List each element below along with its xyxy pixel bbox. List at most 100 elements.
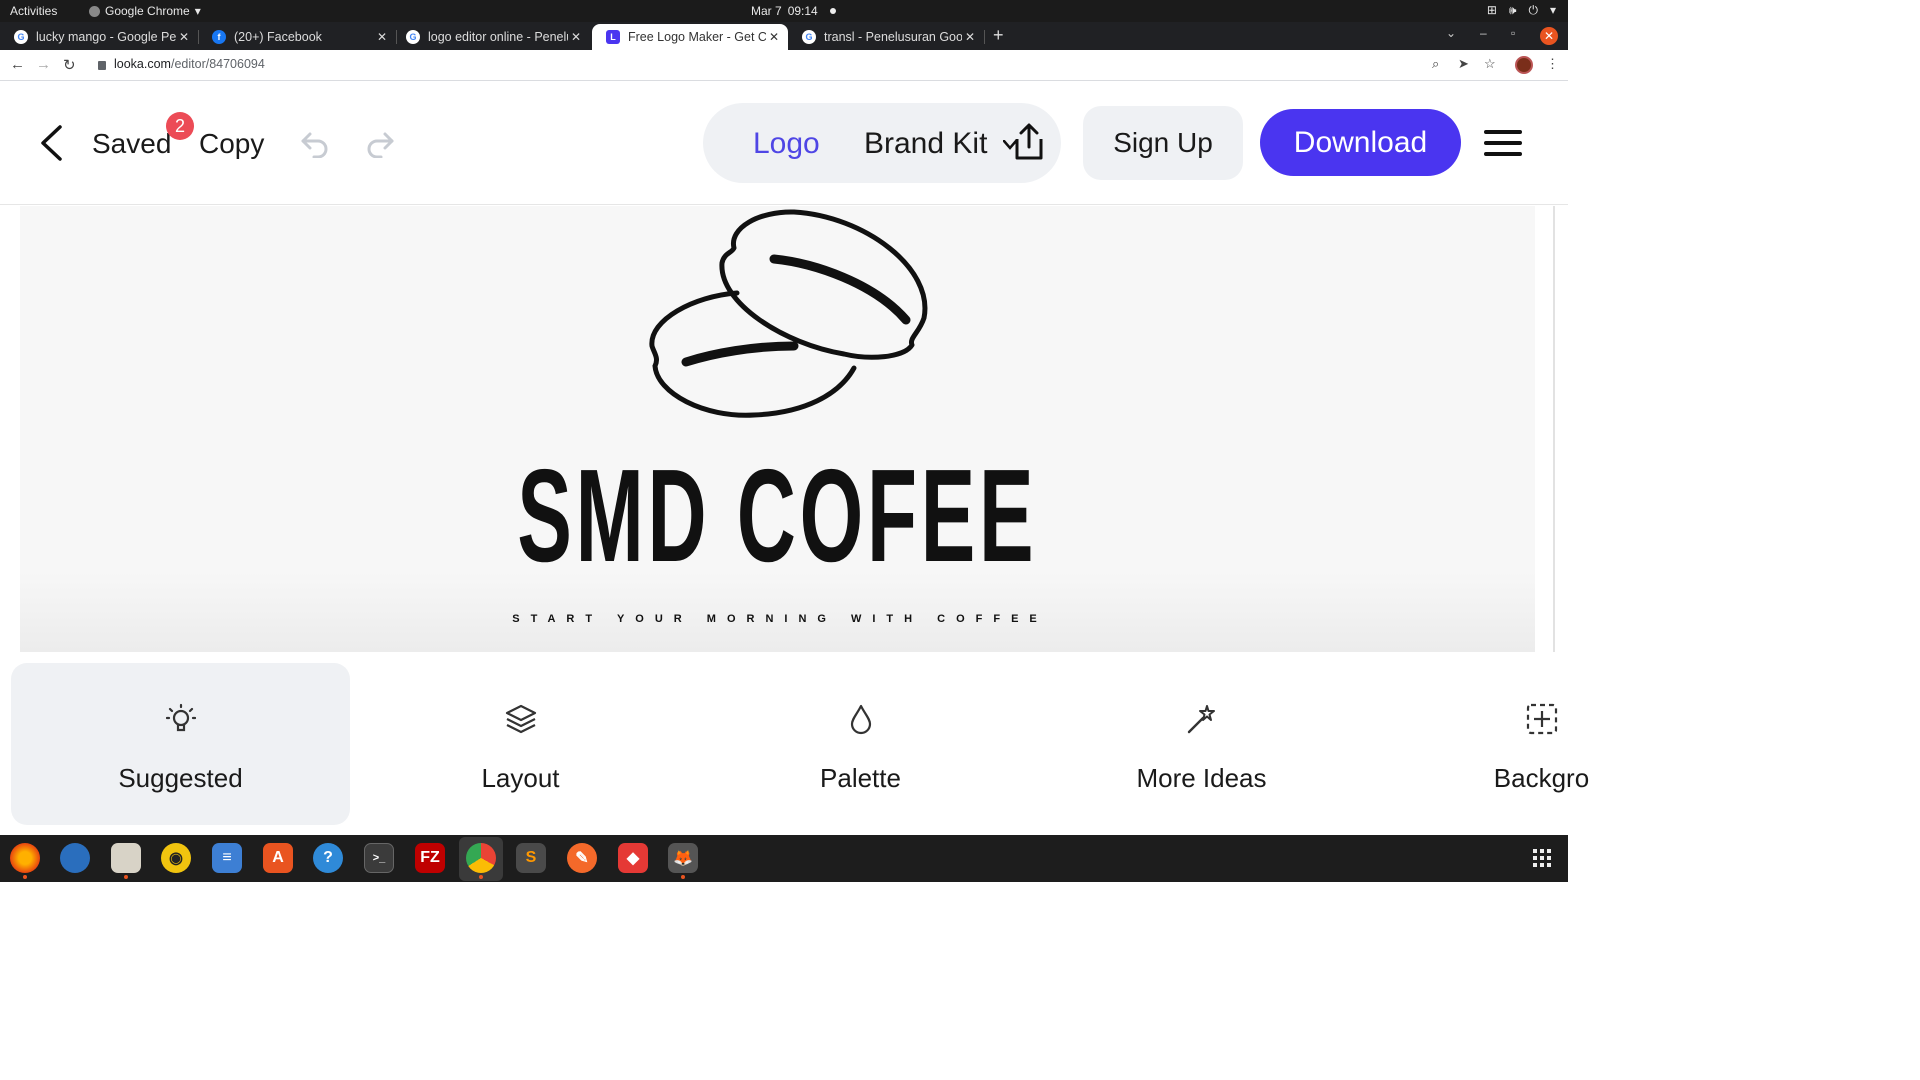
tool-label: Backgro — [1493, 763, 1590, 793]
url-field[interactable]: looka.com/editor/84706094 — [98, 57, 265, 71]
filezilla-icon[interactable]: FZ — [415, 843, 445, 873]
copy-button[interactable]: Copy — [199, 128, 264, 160]
facebook-icon: f — [212, 30, 226, 44]
profile-avatar[interactable] — [1515, 56, 1533, 74]
hamburger-menu-icon[interactable] — [1484, 130, 1522, 163]
tab-title: logo editor online - Penelu — [428, 30, 568, 44]
tab-logo[interactable]: Logo — [753, 127, 820, 161]
gimp-icon[interactable]: 🦊 — [668, 843, 698, 879]
new-tab-button[interactable]: + — [993, 25, 1004, 46]
close-tab-icon[interactable]: ✕ — [374, 30, 390, 44]
bookmark-star-icon[interactable]: ☆ — [1484, 56, 1496, 72]
logo-tagline[interactable]: START YOUR MORNING WITH COFFEE — [20, 613, 1535, 625]
tool-layout[interactable]: Layout — [351, 663, 690, 825]
forward-arrow-icon[interactable]: → — [36, 56, 51, 73]
caret-down-icon: ▾ — [194, 4, 201, 18]
tab-brand-kit[interactable]: Brand Kit — [864, 127, 987, 161]
share-icon[interactable] — [1012, 123, 1046, 166]
sign-up-button[interactable]: Sign Up — [1083, 106, 1243, 180]
system-top-bar: Activities Google Chrome ▾ Mar 7 09:14 ⊞… — [0, 0, 1568, 22]
restore-window-icon[interactable]: ▫ — [1511, 26, 1515, 40]
browser-tab-active[interactable]: L Free Logo Maker - Get Cus ✕ — [592, 24, 788, 50]
tool-label: Palette — [820, 763, 901, 793]
layers-icon — [505, 703, 537, 740]
clock[interactable]: Mar 7 09:14 — [751, 4, 836, 18]
files-icon[interactable] — [111, 843, 141, 879]
notification-badge: 2 — [166, 112, 194, 140]
tool-suggested[interactable]: Suggested — [11, 663, 350, 825]
address-bar-row: ← → ↻ looka.com/editor/84706094 ⌕ ➤ ☆ ⋮ — [0, 50, 1568, 81]
tray-caret-icon: ▾ — [1549, 3, 1556, 17]
editor-tool-tabs: Suggested Layout Palette More Ideas Back… — [0, 652, 1589, 835]
editor-mode-switcher: Logo Brand Kit — [703, 103, 1061, 183]
lightbulb-icon — [165, 703, 196, 740]
browser-tab[interactable]: G transl - Penelusuran Goog ✕ — [788, 24, 985, 50]
tool-label: Layout — [481, 763, 560, 793]
logo-canvas[interactable]: SMD COFEE START YOUR MORNING WITH COFFEE — [20, 206, 1535, 652]
scrollbar[interactable] — [1553, 206, 1555, 652]
redo-icon[interactable] — [365, 130, 395, 163]
minimize-window-icon[interactable]: – — [1480, 26, 1487, 40]
sublime-text-icon[interactable]: S — [516, 843, 546, 873]
app-name: Google Chrome — [105, 4, 190, 18]
download-button[interactable]: Download — [1260, 109, 1461, 176]
volume-icon: 🕪 — [1508, 3, 1517, 17]
tool-background[interactable]: Backgro — [1372, 663, 1711, 825]
back-arrow-icon[interactable]: ← — [10, 56, 25, 73]
close-tab-icon[interactable]: ✕ — [568, 30, 584, 44]
logo-brand-name[interactable]: SMD COFEE — [308, 446, 1247, 586]
tool-label: Suggested — [118, 763, 243, 793]
tab-search-icon[interactable]: ⌄ — [1446, 26, 1456, 40]
send-icon[interactable]: ➤ — [1458, 56, 1469, 72]
libreoffice-writer-icon[interactable]: ≡ — [212, 843, 242, 873]
tab-title: (20+) Facebook — [234, 30, 322, 44]
tool-more-ideas[interactable]: More Ideas — [1032, 663, 1371, 825]
terminal-icon[interactable]: >_ — [364, 843, 394, 873]
show-applications-icon[interactable] — [1533, 849, 1551, 867]
clock-time: 09:14 — [787, 4, 818, 18]
power-icon: ⏻ — [1528, 3, 1538, 17]
help-icon[interactable]: ? — [313, 843, 343, 873]
browser-tab-strip: G lucky mango - Google Pen ✕ f (20+) Fac… — [0, 22, 1568, 50]
tab-title: Free Logo Maker - Get Cus — [628, 30, 766, 44]
tab-title: lucky mango - Google Pen — [36, 30, 176, 44]
google-icon: G — [406, 30, 420, 44]
back-chevron-icon[interactable] — [38, 124, 64, 167]
chrome-dock-icon[interactable] — [466, 843, 496, 879]
chrome-menu-icon[interactable]: ⋮ — [1546, 56, 1559, 72]
software-center-icon[interactable]: A — [263, 843, 293, 873]
saved-status[interactable]: Saved — [92, 128, 171, 160]
browser-tab[interactable]: f (20+) Facebook ✕ — [198, 24, 397, 50]
inkscape-pen-icon[interactable]: ✎ — [567, 843, 597, 873]
activities-button[interactable]: Activities — [10, 4, 57, 18]
system-tray[interactable]: ⊞ 🕪 ⏻ ▾ — [1487, 3, 1556, 18]
close-tab-icon[interactable]: ✕ — [176, 30, 192, 44]
clock-date: Mar 7 — [751, 4, 782, 18]
url-host: looka.com — [114, 57, 171, 71]
undo-icon[interactable] — [300, 130, 330, 163]
looka-icon: L — [606, 30, 620, 44]
background-grid-icon — [1526, 703, 1558, 740]
close-window-button[interactable]: ✕ — [1540, 27, 1558, 45]
tool-label: More Ideas — [1136, 763, 1267, 793]
reload-icon[interactable]: ↻ — [63, 56, 76, 74]
tab-title: transl - Penelusuran Goog — [824, 30, 962, 44]
rhythmbox-icon[interactable]: ◉ — [161, 843, 191, 873]
magic-wand-icon — [1186, 703, 1218, 740]
coffee-beans-icon — [649, 209, 928, 418]
google-icon: G — [14, 30, 28, 44]
close-tab-icon[interactable]: ✕ — [766, 30, 782, 44]
google-icon: G — [802, 30, 816, 44]
close-tab-icon[interactable]: ✕ — [962, 30, 978, 44]
zoom-icon[interactable]: ⌕ — [1432, 56, 1439, 72]
firefox-icon[interactable] — [10, 843, 40, 879]
thunderbird-icon[interactable] — [60, 843, 90, 873]
chrome-icon — [89, 5, 100, 17]
app-menu[interactable]: Google Chrome ▾ — [89, 4, 201, 18]
anydesk-icon[interactable]: ◆ — [618, 843, 648, 873]
url-path: /editor/84706094 — [170, 57, 265, 71]
network-icon: ⊞ — [1486, 3, 1497, 17]
tool-palette[interactable]: Palette — [691, 663, 1030, 825]
browser-tab[interactable]: G lucky mango - Google Pen ✕ — [0, 24, 199, 50]
browser-tab[interactable]: G logo editor online - Penelu ✕ — [392, 24, 590, 50]
